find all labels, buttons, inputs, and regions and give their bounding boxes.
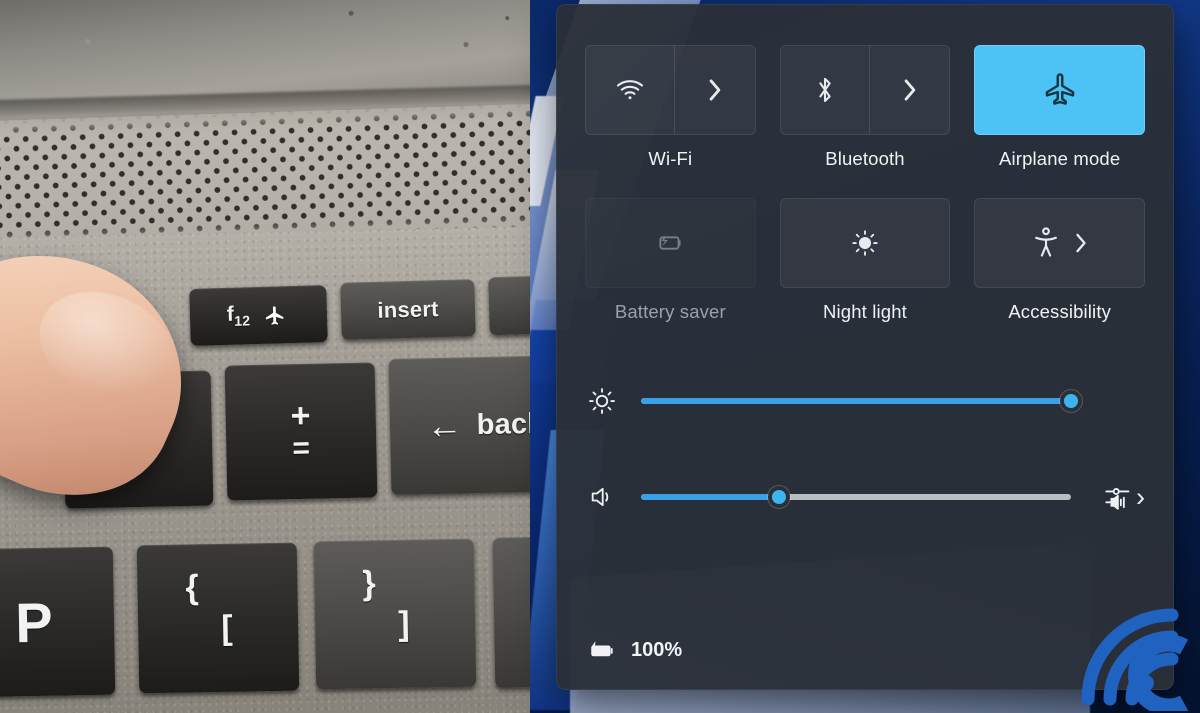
- quick-tile-cell-wifi: Wi-Fi: [585, 45, 756, 170]
- quick-tile-airplane-mode[interactable]: [974, 45, 1145, 135]
- brightness-slider[interactable]: [641, 390, 1082, 412]
- chevron-right-icon: [902, 77, 918, 103]
- quick-tile-label-airplane-mode: Airplane mode: [999, 148, 1121, 169]
- keyboard-key-f12[interactable]: f12: [189, 285, 328, 346]
- battery-saver-icon: [653, 231, 687, 255]
- key-equals-plus-label: +: [290, 396, 312, 435]
- accessibility-icon: [1032, 227, 1060, 259]
- laptop-keyboard-photo: f12 insert – + = ← back P: [0, 0, 545, 713]
- quick-tile-label-bluetooth: Bluetooth: [825, 148, 905, 169]
- quick-settings-footer: 100%: [585, 627, 1149, 673]
- key-rbracket-brace-label: }: [362, 564, 377, 603]
- wifi-icon: [615, 79, 645, 101]
- night-light-icon: [850, 228, 880, 258]
- quick-tile-label-battery-saver: Battery saver: [614, 301, 726, 322]
- keyboard-key-right-bracket[interactable]: } ]: [313, 538, 477, 690]
- quick-settings-row-2: Battery saver Night light Accessibility: [585, 198, 1145, 323]
- quick-tile-cell-battery-saver: Battery saver: [585, 198, 756, 323]
- keyboard-key-left-bracket[interactable]: { [: [136, 542, 300, 694]
- keyboard-key-backspace[interactable]: ← back: [388, 355, 545, 495]
- quick-tile-battery-saver[interactable]: [585, 198, 756, 288]
- volume-slider[interactable]: [641, 486, 1071, 508]
- pencil-icon: [1119, 635, 1149, 665]
- quick-tile-bluetooth[interactable]: [779, 45, 951, 135]
- edit-quick-settings-button[interactable]: [1119, 635, 1149, 665]
- quick-tile-label-wifi: Wi-Fi: [648, 148, 693, 169]
- airplane-glyph-icon: [260, 304, 291, 327]
- brightness-thumb[interactable]: [1060, 390, 1082, 412]
- wifi-expand-button[interactable]: [675, 46, 754, 134]
- audio-expand-chevron-icon[interactable]: ›: [1136, 483, 1145, 511]
- quick-tile-wifi[interactable]: [585, 45, 756, 135]
- key-insert-label: insert: [377, 295, 439, 323]
- key-rbracket-label: ]: [398, 604, 411, 644]
- quick-tile-cell-bluetooth: Bluetooth: [779, 45, 951, 170]
- volume-icon: [585, 484, 619, 510]
- volume-thumb[interactable]: [767, 486, 790, 508]
- quick-tile-cell-accessibility: Accessibility: [974, 198, 1145, 323]
- key-p-label: P: [14, 590, 54, 654]
- quick-tile-cell-airplane-mode: Airplane mode: [974, 45, 1145, 170]
- volume-fill: [641, 494, 779, 500]
- backspace-arrow-icon: ←: [426, 404, 464, 447]
- quick-settings-row-1: Wi-Fi Bluetooth Airplane mode: [585, 45, 1145, 170]
- quick-settings-panel: Wi-Fi Bluetooth Airplane mode Battery sa…: [556, 4, 1174, 690]
- bluetooth-toggle-button[interactable]: [781, 46, 871, 134]
- battery-percent-label: 100%: [631, 638, 683, 661]
- audio-output-controls[interactable]: ›: [1093, 483, 1145, 511]
- quick-tile-label-accessibility: Accessibility: [1008, 301, 1112, 322]
- key-f12-label: f12: [226, 303, 251, 330]
- key-lbracket-label: [: [221, 608, 234, 648]
- chevron-right-icon: [707, 77, 723, 103]
- audio-mixer-icon[interactable]: [1104, 483, 1134, 511]
- bluetooth-expand-button[interactable]: [870, 46, 949, 134]
- quick-tile-night-light[interactable]: [779, 198, 951, 288]
- wifi-toggle-button[interactable]: [586, 46, 676, 134]
- screenshot-stage: f12 insert – + = ← back P: [0, 0, 1200, 713]
- key-lbracket-brace-label: {: [185, 568, 200, 607]
- brightness-icon: [585, 386, 619, 416]
- volume-slider-row: ›: [585, 475, 1145, 519]
- quick-tile-cell-night-light: Night light: [779, 198, 951, 323]
- key-equals-label: =: [292, 432, 311, 466]
- chevron-right-icon: [1074, 231, 1088, 255]
- brightness-slider-row: [585, 379, 1145, 423]
- keyboard-key-equals[interactable]: + =: [224, 362, 378, 501]
- keyboard-key-p[interactable]: P: [0, 546, 116, 698]
- battery-charging-icon: [585, 638, 619, 662]
- brightness-fill: [641, 398, 1071, 404]
- airplane-icon: [1043, 73, 1077, 107]
- keyboard-key-insert[interactable]: insert: [340, 279, 476, 340]
- quick-tile-accessibility[interactable]: [974, 198, 1145, 288]
- quick-tile-label-night-light: Night light: [823, 301, 907, 322]
- bluetooth-icon: [814, 75, 836, 105]
- battery-status[interactable]: 100%: [585, 638, 682, 662]
